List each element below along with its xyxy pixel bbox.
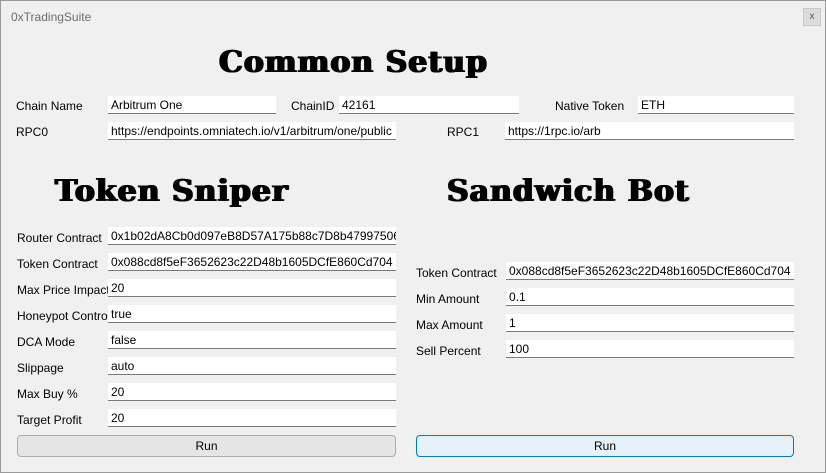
rpc0-label: RPC0 [16, 125, 49, 139]
title-bar: 0xTradingSuite x [1, 1, 825, 33]
close-button[interactable]: x [803, 8, 821, 26]
window-title: 0xTradingSuite [11, 10, 92, 24]
native-token-label: Native Token [555, 99, 625, 113]
native-token-input[interactable]: ETH [638, 96, 794, 114]
min-amount-label: Min Amount [416, 292, 480, 306]
target-profit-label: Target Profit [17, 413, 82, 427]
sandwich-token-contract-input[interactable]: 0x088cd8f5eF3652623c22D48b1605DCfE860Cd7… [506, 262, 794, 280]
chain-id-input[interactable]: 42161 [339, 96, 519, 114]
sniper-router-contract-label: Router Contract [17, 231, 102, 245]
max-buy-label: Max Buy % [17, 387, 78, 401]
common-setup-heading: Common Setup [219, 45, 489, 80]
max-price-impact-input[interactable]: 20 [108, 279, 396, 297]
target-profit-input[interactable]: 20 [108, 409, 396, 427]
max-amount-label: Max Amount [416, 318, 483, 332]
min-amount-input[interactable]: 0.1 [506, 288, 794, 306]
chain-id-label: ChainID [291, 99, 335, 113]
dca-mode-label: DCA Mode [17, 335, 76, 349]
sniper-token-contract-input[interactable]: 0x088cd8f5eF3652623c22D48b1605DCfE860Cd7… [108, 253, 396, 271]
sniper-run-button[interactable]: Run [17, 435, 396, 457]
honeypot-control-label: Honeypot Control [17, 309, 111, 323]
sell-percent-label: Sell Percent [416, 344, 481, 358]
sandwich-bot-heading: Sandwich Bot [447, 174, 690, 209]
rpc1-label: RPC1 [447, 125, 480, 139]
chain-name-label: Chain Name [16, 99, 83, 113]
token-sniper-heading: Token Sniper [55, 174, 289, 209]
sandwich-run-button[interactable]: Run [416, 435, 794, 457]
sniper-router-contract-input[interactable]: 0x1b02dA8Cb0d097eB8D57A175b88c7D8b479975… [108, 227, 396, 245]
slippage-label: Slippage [17, 361, 64, 375]
sandwich-token-contract-label: Token Contract [416, 266, 497, 280]
rpc1-input[interactable]: https://1rpc.io/arb [505, 122, 794, 140]
rpc0-input[interactable]: https://endpoints.omniatech.io/v1/arbitr… [108, 122, 396, 140]
max-amount-input[interactable]: 1 [506, 314, 794, 332]
chain-name-input[interactable]: Arbitrum One [108, 96, 276, 114]
honeypot-control-input[interactable]: true [108, 305, 396, 323]
dca-mode-input[interactable]: false [108, 331, 396, 349]
max-price-impact-label: Max Price Impact [17, 283, 110, 297]
max-buy-input[interactable]: 20 [108, 383, 396, 401]
sell-percent-input[interactable]: 100 [506, 340, 794, 358]
slippage-input[interactable]: auto [108, 357, 396, 375]
sniper-token-contract-label: Token Contract [17, 257, 98, 271]
app-window: 0xTradingSuite x Common Setup Chain Name… [0, 0, 826, 473]
